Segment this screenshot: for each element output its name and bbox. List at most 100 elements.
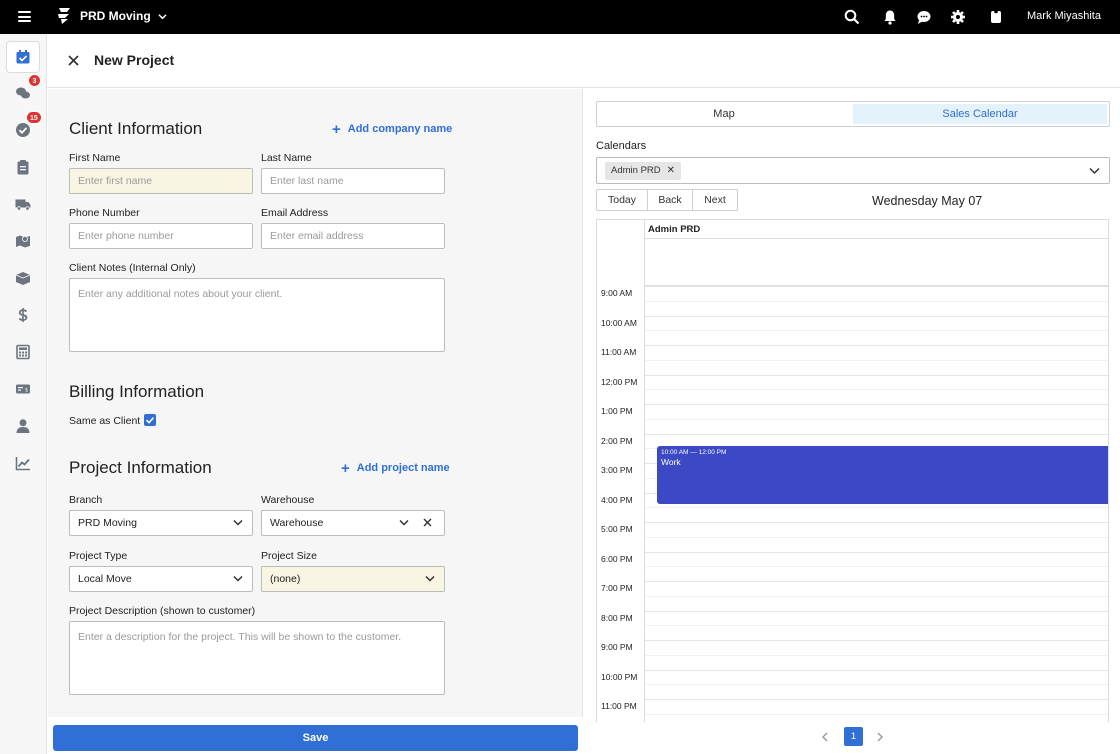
phone-input[interactable]: Enter phone number: [69, 223, 253, 249]
email-input[interactable]: Enter email address: [261, 223, 445, 249]
time-label: 6:00 PM: [601, 553, 633, 564]
time-label: 11:00 PM: [601, 701, 637, 711]
rail-storage[interactable]: [6, 262, 40, 294]
page-header: New Project: [47, 34, 1120, 88]
warehouse-label: Warehouse: [261, 494, 315, 506]
bell-icon[interactable]: [882, 9, 898, 25]
add-company-link[interactable]: + Add company name: [332, 122, 453, 137]
client-notes-label: Client Notes (Internal Only): [69, 262, 196, 274]
svg-text:$: $: [25, 388, 28, 394]
half-hour-line: [644, 566, 1108, 568]
chevron-right-icon[interactable]: [876, 732, 884, 742]
time-label: 10:00 PM: [601, 671, 638, 682]
rail-payments[interactable]: $: [6, 373, 40, 405]
add-project-link[interactable]: + Add project name: [341, 461, 450, 476]
warehouse-value: Warehouse: [270, 517, 324, 529]
calendar-nav: Today Back Next: [596, 189, 738, 211]
rail-calculator[interactable]: [6, 336, 40, 368]
chevron-down-icon: [425, 575, 435, 582]
rail-dispatch[interactable]: [6, 188, 40, 220]
menu-icon[interactable]: [18, 11, 31, 22]
last-name-label: Last Name: [261, 152, 312, 164]
calendar-event[interactable]: 10:00 AM — 12:00 PM Work: [657, 446, 1108, 504]
same-as-client-checkbox[interactable]: [144, 414, 156, 426]
gear-icon[interactable]: [950, 9, 966, 25]
project-description-label: Project Description (shown to customer): [69, 605, 256, 617]
time-gutter: 9:00 AM 10:00 AM 11:00 AM 12:00 PM 1:00 PM 2:…: [597, 220, 644, 722]
half-hour-line: [644, 536, 1108, 538]
chevron-left-icon[interactable]: [821, 732, 829, 742]
half-hour-line: [644, 359, 1108, 361]
project-size-select[interactable]: (none): [261, 566, 445, 592]
client-section-title: Client Information: [69, 119, 203, 138]
warehouse-select[interactable]: Warehouse: [261, 510, 445, 536]
rail-clipboard[interactable]: [6, 151, 40, 183]
back-button[interactable]: Back: [648, 190, 693, 210]
tab-sales-calendar[interactable]: Sales Calendar: [853, 104, 1107, 124]
hour-line: [644, 669, 1108, 671]
page-current[interactable]: 1: [844, 727, 863, 746]
chip-remove-icon[interactable]: ✕: [667, 162, 675, 180]
half-hour-line: [644, 389, 1108, 391]
time-label: 2:00 PM: [601, 435, 633, 446]
project-type-label: Project Type: [69, 550, 128, 562]
calendar-panel: Map Sales Calendar Calendars Admin PRD ✕…: [584, 89, 1120, 754]
time-label: 11:00 AM: [601, 347, 637, 357]
chevron-down-icon: [233, 519, 243, 526]
ticket-icon[interactable]: [988, 9, 1004, 25]
half-hour-line: [644, 713, 1108, 715]
project-size-label: Project Size: [261, 550, 318, 562]
rail-users[interactable]: [6, 410, 40, 442]
rail-reports[interactable]: [6, 447, 40, 479]
hour-line: [644, 286, 1108, 287]
time-label: 4:00 PM: [601, 494, 633, 505]
user-name[interactable]: Mark Miyashita: [1027, 10, 1101, 22]
calendar-date-title: Wednesday May 07: [872, 194, 983, 208]
first-name-input[interactable]: Enter first name: [69, 168, 253, 194]
all-day-row[interactable]: [644, 239, 1108, 286]
brand-switcher[interactable]: PRD Moving: [56, 7, 167, 25]
hour-line: [644, 433, 1108, 435]
chat-icon[interactable]: [916, 9, 932, 25]
close-icon[interactable]: [68, 55, 79, 66]
check-circle-icon: [16, 123, 30, 137]
client-notes-textarea[interactable]: Enter any additional notes about your cl…: [69, 278, 445, 352]
hour-line: [644, 581, 1108, 582]
project-type-value: Local Move: [78, 573, 132, 585]
payment-card-icon: $: [16, 384, 30, 394]
box-icon: [15, 272, 31, 285]
branch-label: Branch: [69, 494, 103, 506]
hour-line: [644, 610, 1108, 612]
today-button[interactable]: Today: [597, 190, 648, 210]
first-name-label: First Name: [69, 152, 121, 164]
rail-map[interactable]: [6, 225, 40, 257]
chart-line-icon: [15, 457, 30, 471]
time-label: 7:00 PM: [601, 583, 633, 593]
project-description-textarea[interactable]: Enter a description for the project. Thi…: [69, 621, 445, 695]
project-type-select[interactable]: Local Move: [69, 566, 253, 592]
rail-billing[interactable]: [6, 299, 40, 331]
calendar-check-icon: [16, 50, 30, 64]
last-name-input[interactable]: Enter last name: [261, 168, 445, 194]
dollar-icon: [18, 308, 28, 322]
pagination: 1: [584, 727, 1120, 749]
next-button[interactable]: Next: [693, 190, 737, 210]
tab-map[interactable]: Map: [597, 102, 851, 126]
rail-calendar[interactable]: [6, 41, 40, 73]
search-icon[interactable]: [844, 9, 860, 25]
half-hour-line: [644, 330, 1108, 332]
day-column-border: [644, 286, 645, 722]
hour-line: [644, 345, 1108, 346]
save-button[interactable]: Save: [53, 725, 578, 751]
time-label: 3:00 PM: [601, 465, 633, 475]
branch-select[interactable]: PRD Moving: [69, 510, 253, 536]
half-hour-line: [644, 418, 1108, 420]
half-hour-line: [644, 684, 1108, 686]
project-form: Client Information + Add company name Fir…: [48, 89, 583, 717]
page-title: New Project: [94, 52, 175, 68]
calendars-select[interactable]: Admin PRD ✕: [596, 157, 1110, 184]
add-company-label: Add company name: [347, 123, 453, 135]
branch-value: PRD Moving: [78, 517, 137, 529]
clear-icon[interactable]: [423, 518, 432, 527]
add-project-label: Add project name: [356, 462, 450, 474]
